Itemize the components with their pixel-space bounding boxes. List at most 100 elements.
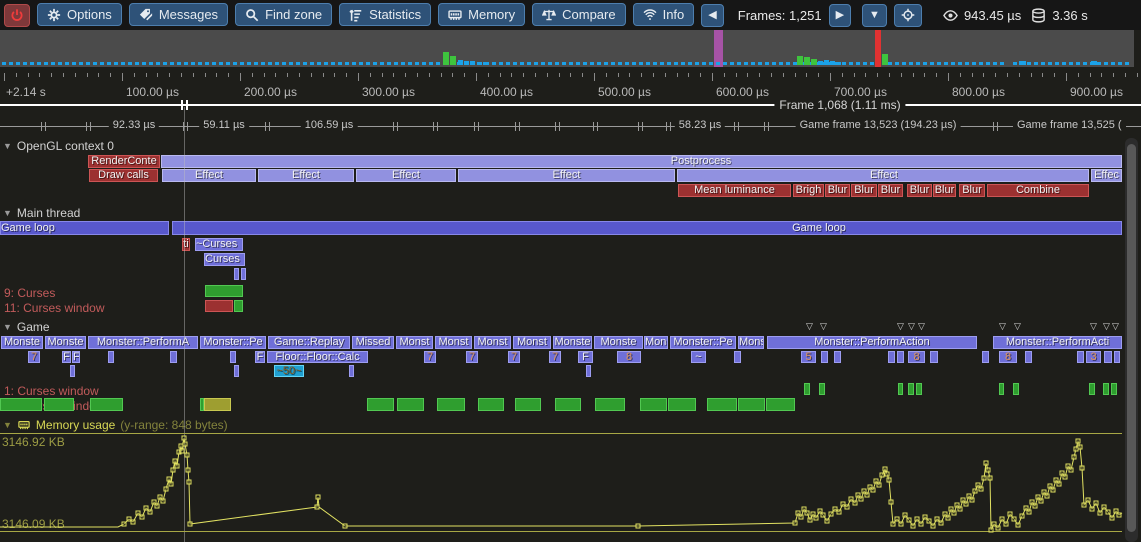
frame-tick[interactable] xyxy=(415,62,419,65)
frame-tick[interactable] xyxy=(135,62,139,65)
collapse-triangle-icon[interactable]: ▼ xyxy=(3,322,12,332)
lock-bar[interactable] xyxy=(555,398,581,411)
frame-tick[interactable] xyxy=(170,62,174,65)
frame-tick[interactable] xyxy=(849,62,853,65)
frame-tick[interactable] xyxy=(380,62,384,65)
zone-bar[interactable]: 7 xyxy=(28,351,40,363)
frame-tick[interactable] xyxy=(555,62,559,65)
zone-bar[interactable]: 5 xyxy=(801,351,816,363)
zone-bar[interactable]: F xyxy=(72,351,80,363)
frame-tick[interactable] xyxy=(1027,62,1031,65)
frame-tick[interactable] xyxy=(1104,62,1108,65)
lock-bar[interactable] xyxy=(888,351,895,363)
zone-bar[interactable]: Effect xyxy=(356,169,456,182)
message-marker[interactable]: ▽ xyxy=(908,322,915,331)
lock-bar[interactable] xyxy=(90,398,123,411)
lock-bar[interactable] xyxy=(241,268,246,280)
lock-bar[interactable] xyxy=(804,383,810,395)
lock-bar[interactable] xyxy=(234,300,243,312)
frame-tick[interactable] xyxy=(660,62,664,65)
frame-tick[interactable] xyxy=(44,62,48,65)
frame-tick[interactable] xyxy=(345,62,349,65)
frame-histogram-bar[interactable] xyxy=(824,60,829,65)
frame-histogram-bar[interactable] xyxy=(464,61,469,65)
frame-tick[interactable] xyxy=(639,62,643,65)
lock-bar[interactable] xyxy=(930,351,938,363)
frame-tick[interactable] xyxy=(1097,62,1101,65)
lock-bar[interactable] xyxy=(205,285,243,297)
frame-tick[interactable] xyxy=(51,62,55,65)
zone-bar[interactable]: ~50~ xyxy=(274,365,304,377)
frame-tick[interactable] xyxy=(674,62,678,65)
message-marker[interactable]: ▽ xyxy=(1103,322,1110,331)
frame-tick[interactable] xyxy=(387,62,391,65)
lock-bar[interactable] xyxy=(897,351,904,363)
frame-tick[interactable] xyxy=(527,62,531,65)
frame-histogram-bar[interactable] xyxy=(483,62,488,65)
frame-tick[interactable] xyxy=(730,62,734,65)
zone-bar[interactable]: Monst xyxy=(513,336,551,349)
lock-bar[interactable] xyxy=(707,398,737,411)
frame-histogram-bar[interactable] xyxy=(443,52,449,65)
frame-tick[interactable] xyxy=(205,62,209,65)
frame-tick[interactable] xyxy=(562,62,566,65)
lock-bar[interactable] xyxy=(108,351,114,363)
frame-tick[interactable] xyxy=(247,62,251,65)
lock-bar[interactable] xyxy=(0,398,42,411)
frame-tick[interactable] xyxy=(240,62,244,65)
frame-tick[interactable] xyxy=(590,62,594,65)
lock-bar[interactable] xyxy=(819,383,825,395)
frame-tick[interactable] xyxy=(72,62,76,65)
frame-tick[interactable] xyxy=(604,62,608,65)
lock-bar[interactable] xyxy=(70,365,75,377)
frame-tick[interactable] xyxy=(786,62,790,65)
frame-tick[interactable] xyxy=(16,62,20,65)
lock-bar[interactable] xyxy=(1104,351,1112,363)
zone-bar[interactable]: Blur xyxy=(933,184,956,197)
frame-tick[interactable] xyxy=(9,62,13,65)
frame-tick[interactable] xyxy=(93,62,97,65)
lock-bar[interactable] xyxy=(437,398,465,411)
message-marker[interactable]: ▽ xyxy=(918,322,925,331)
frame-tick[interactable] xyxy=(744,62,748,65)
frame-tick[interactable] xyxy=(184,62,188,65)
frame-tick[interactable] xyxy=(86,62,90,65)
lock-bar[interactable] xyxy=(44,398,74,411)
lock-bar[interactable] xyxy=(515,398,541,411)
frame-tick[interactable] xyxy=(317,62,321,65)
frame-histogram-bar[interactable] xyxy=(458,60,463,65)
frame-tick[interactable] xyxy=(65,62,69,65)
zone-bar[interactable]: 7 xyxy=(549,351,561,363)
section-header-main-thread[interactable]: ▼Main thread xyxy=(3,206,80,220)
messages-button[interactable]: Messages xyxy=(129,3,228,26)
frame-histogram-bar[interactable] xyxy=(818,61,823,65)
zone-bar[interactable]: 7 xyxy=(424,351,436,363)
lock-bar[interactable] xyxy=(397,398,424,411)
frame-tick[interactable] xyxy=(282,62,286,65)
frame-tick[interactable] xyxy=(254,62,258,65)
zone-bar[interactable]: Effect xyxy=(677,169,1089,182)
zone-bar[interactable]: Mons xyxy=(644,336,668,349)
frame-tick[interactable] xyxy=(275,62,279,65)
lock-bar[interactable] xyxy=(1077,351,1084,363)
frame-tick[interactable] xyxy=(156,62,160,65)
zone-bar[interactable]: Game loop xyxy=(172,221,1122,235)
frame-dropdown-button[interactable]: ▼ xyxy=(862,4,887,27)
zone-bar[interactable]: 8 xyxy=(908,351,925,363)
frame-tick[interactable] xyxy=(937,62,941,65)
frame-tick[interactable] xyxy=(632,62,636,65)
zone-bar[interactable]: Monster::PerformActi xyxy=(993,336,1122,349)
zone-bar[interactable]: Monster::Pe xyxy=(670,336,736,349)
frame-tick[interactable] xyxy=(737,62,741,65)
lock-bar[interactable] xyxy=(595,398,625,411)
lock-bar[interactable] xyxy=(898,383,903,395)
section-header-game[interactable]: ▼Game xyxy=(3,320,50,334)
frame-tick[interactable] xyxy=(107,62,111,65)
zone-bar[interactable]: Draw calls xyxy=(89,169,158,182)
goto-frame-button[interactable] xyxy=(894,4,922,27)
frame-tick[interactable] xyxy=(142,62,146,65)
zone-bar[interactable]: Monster::PerformA xyxy=(88,336,198,349)
zone-bar[interactable]: Postprocess xyxy=(161,155,1122,168)
frame-tick[interactable] xyxy=(779,62,783,65)
frame-tick[interactable] xyxy=(128,62,132,65)
